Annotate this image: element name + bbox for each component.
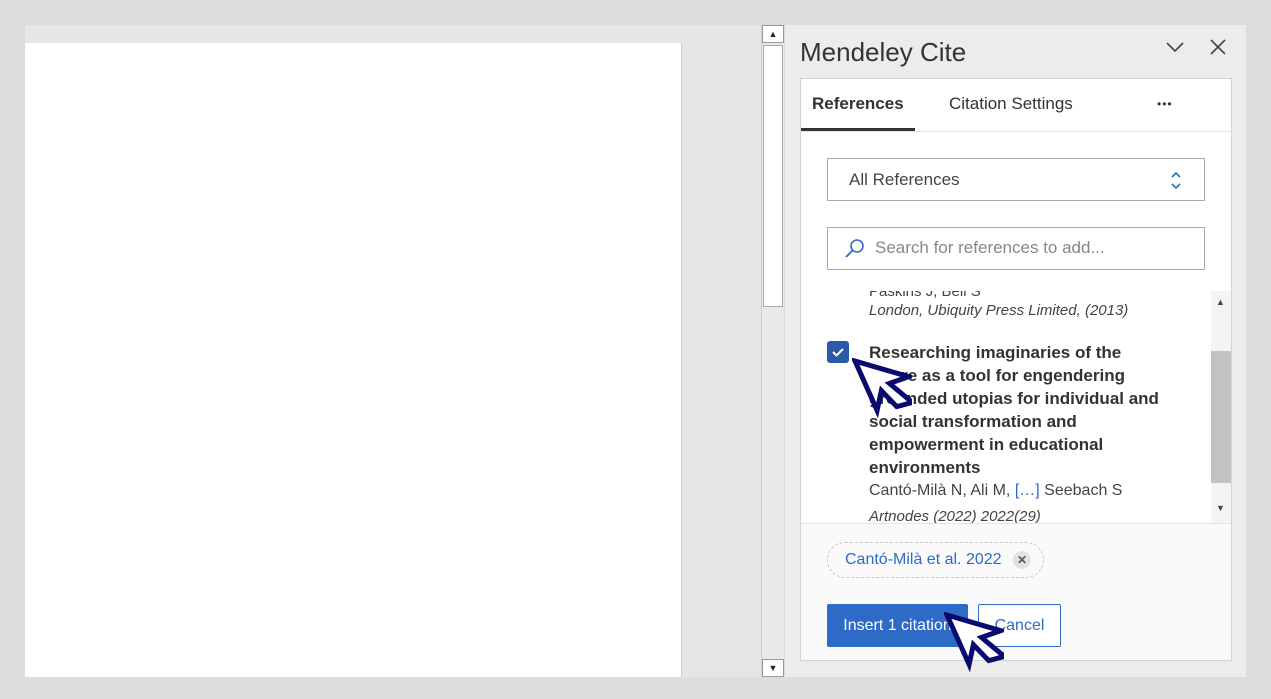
- reference-authors: Cantó-Milà N, Ali M, […] Seebach S: [869, 482, 1123, 499]
- mendeley-cite-pane: Mendeley Cite References Citation Settin…: [785, 25, 1246, 677]
- insert-citation-button[interactable]: Insert 1 citation: [827, 604, 968, 647]
- more-authors-link[interactable]: […]: [1015, 482, 1040, 499]
- search-icon: [844, 238, 866, 265]
- scroll-down-button[interactable]: ▼: [762, 659, 784, 677]
- selected-citation-chip: Cantó-Milà et al. 2022 ✕: [827, 542, 1044, 578]
- tab-references[interactable]: References: [801, 79, 915, 131]
- pane-title: Mendeley Cite: [800, 37, 967, 67]
- up-down-chevron-icon: [1170, 159, 1182, 197]
- reference-source: Artnodes (2022) 2022(29): [869, 508, 1041, 523]
- reference-list-scrollbar[interactable]: ▲ ▼: [1211, 291, 1231, 523]
- document-area: [25, 25, 761, 677]
- reference-source: London, Ubiquity Press Limited, (2013): [869, 302, 1129, 319]
- chevron-down-icon[interactable]: [1165, 37, 1185, 63]
- reference-authors: Paskins J, Bell S: [869, 291, 981, 300]
- reference-title[interactable]: Researching imaginaries of the future as…: [869, 341, 1164, 479]
- scroll-up-button[interactable]: ▲: [762, 25, 784, 43]
- reference-filter-select[interactable]: All References: [827, 158, 1205, 201]
- citation-footer: Cantó-Milà et al. 2022 ✕ Insert 1 citati…: [801, 523, 1231, 660]
- references-card: References Citation Settings ••• All Ref…: [800, 78, 1232, 661]
- scroll-thumb[interactable]: [1211, 351, 1231, 483]
- search-field[interactable]: [827, 227, 1205, 270]
- scroll-down-arrow-icon[interactable]: ▼: [1216, 503, 1225, 513]
- scroll-thumb[interactable]: [763, 45, 783, 307]
- filter-selected-value: All References: [849, 170, 960, 189]
- more-options-icon[interactable]: •••: [1146, 79, 1184, 131]
- tab-bar: References Citation Settings •••: [801, 79, 1231, 132]
- document-page[interactable]: [25, 43, 682, 677]
- remove-citation-icon[interactable]: ✕: [1013, 551, 1031, 569]
- scroll-up-arrow-icon[interactable]: ▲: [1216, 297, 1225, 307]
- cancel-button[interactable]: Cancel: [978, 604, 1061, 647]
- close-icon[interactable]: [1209, 37, 1227, 63]
- reference-list: Paskins J, Bell S London, Ubiquity Press…: [801, 291, 1211, 523]
- reference-checkbox[interactable]: [827, 341, 849, 363]
- tab-citation-settings[interactable]: Citation Settings: [938, 79, 1084, 131]
- search-input[interactable]: [875, 238, 1195, 258]
- document-scrollbar[interactable]: ▲ ▼: [761, 25, 784, 677]
